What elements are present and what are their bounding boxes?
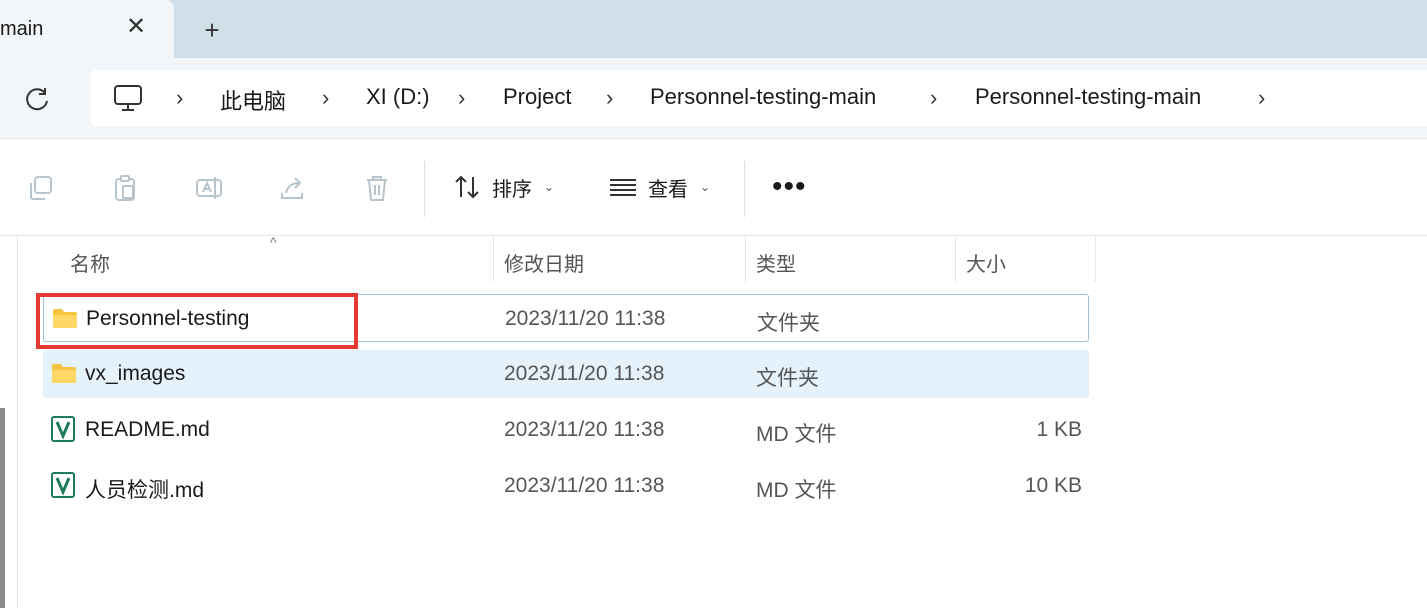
chevron-right-icon[interactable]: ›: [458, 86, 474, 110]
paste-icon[interactable]: [110, 173, 140, 203]
chevron-right-icon[interactable]: ›: [930, 86, 946, 110]
file-modified: 2023/11/20 11:38: [504, 418, 665, 441]
column-header-name[interactable]: 名称: [70, 248, 110, 277]
column-divider[interactable]: [955, 236, 956, 282]
view-list-icon: [610, 179, 636, 196]
file-type: MD 文件: [756, 423, 837, 446]
file-type: MD 文件: [756, 479, 837, 502]
file-name: README.md: [85, 418, 210, 441]
column-header-modified[interactable]: 修改日期: [504, 248, 584, 277]
file-size: 1 KB: [1036, 418, 1082, 441]
sort-indicator-icon: ^: [270, 234, 277, 250]
delete-icon[interactable]: [362, 173, 392, 203]
copy-icon[interactable]: [26, 173, 56, 203]
column-header-type[interactable]: 类型: [756, 248, 796, 277]
file-row[interactable]: README.md 2023/11/20 11:38 MD 文件 1 KB: [43, 406, 1089, 454]
highlight-annotation: [36, 293, 358, 349]
breadcrumb-item[interactable]: Personnel-testing-main: [975, 84, 1201, 110]
chevron-down-icon: ⌄: [700, 180, 711, 194]
chevron-down-icon: ⌄: [544, 180, 555, 194]
address-bar[interactable]: › 此电脑 › XI (D:) › Project › Personnel-te…: [90, 70, 1427, 126]
file-row[interactable]: 人员检测.md 2023/11/20 11:38 MD 文件 10 KB: [43, 462, 1089, 510]
folder-icon: [52, 364, 76, 383]
file-size: 10 KB: [1024, 474, 1082, 497]
file-modified: 2023/11/20 11:38: [505, 307, 666, 330]
file-modified: 2023/11/20 11:38: [504, 474, 665, 497]
file-type: 文件夹: [756, 367, 819, 390]
file-name: 人员检测.md: [85, 479, 205, 502]
sort-button[interactable]: 排序 ⌄: [452, 167, 554, 207]
toolbar-divider: [424, 161, 425, 217]
column-divider[interactable]: [1095, 236, 1096, 282]
breadcrumb-item[interactable]: 此电脑: [220, 84, 286, 116]
more-options-icon[interactable]: •••: [772, 172, 807, 202]
column-divider[interactable]: [745, 236, 746, 282]
scrollbar-thumb[interactable]: [0, 408, 5, 608]
refresh-icon[interactable]: [22, 85, 52, 115]
file-type: 文件夹: [757, 312, 820, 335]
column-header-size[interactable]: 大小: [966, 248, 1006, 277]
view-label: 查看: [648, 178, 688, 201]
chevron-right-icon[interactable]: ›: [1258, 86, 1274, 110]
sort-icon: [455, 175, 479, 199]
breadcrumb-item[interactable]: XI (D:): [366, 84, 430, 110]
rename-icon[interactable]: [194, 173, 224, 203]
sort-label: 排序: [492, 178, 532, 201]
file-modified: 2023/11/20 11:38: [504, 362, 665, 385]
breadcrumb-item[interactable]: Project: [503, 84, 571, 110]
chevron-right-icon[interactable]: ›: [606, 86, 622, 110]
chevron-right-icon[interactable]: ›: [322, 86, 338, 110]
command-bar: 排序 ⌄ 查看 ⌄ •••: [0, 138, 1427, 236]
toolbar-divider: [744, 161, 745, 217]
tab-title: main: [0, 18, 44, 40]
this-pc-icon[interactable]: [112, 82, 144, 114]
share-icon[interactable]: [278, 173, 308, 203]
chevron-right-icon[interactable]: ›: [176, 86, 192, 110]
markdown-file-icon: [51, 472, 75, 498]
column-divider[interactable]: [493, 236, 494, 282]
tab-close-icon[interactable]: ✕: [124, 13, 148, 40]
markdown-file-icon: [51, 416, 75, 442]
tab-strip: main ✕ +: [0, 0, 1427, 58]
tab-active[interactable]: main ✕: [0, 0, 174, 58]
new-tab-button[interactable]: +: [198, 15, 226, 45]
navigation-bar: › 此电脑 › XI (D:) › Project › Personnel-te…: [0, 58, 1427, 138]
file-row[interactable]: vx_images 2023/11/20 11:38 文件夹: [43, 350, 1089, 398]
file-name: vx_images: [85, 362, 186, 385]
view-button[interactable]: 查看 ⌄: [608, 167, 710, 207]
breadcrumb-item[interactable]: Personnel-testing-main: [650, 84, 876, 110]
